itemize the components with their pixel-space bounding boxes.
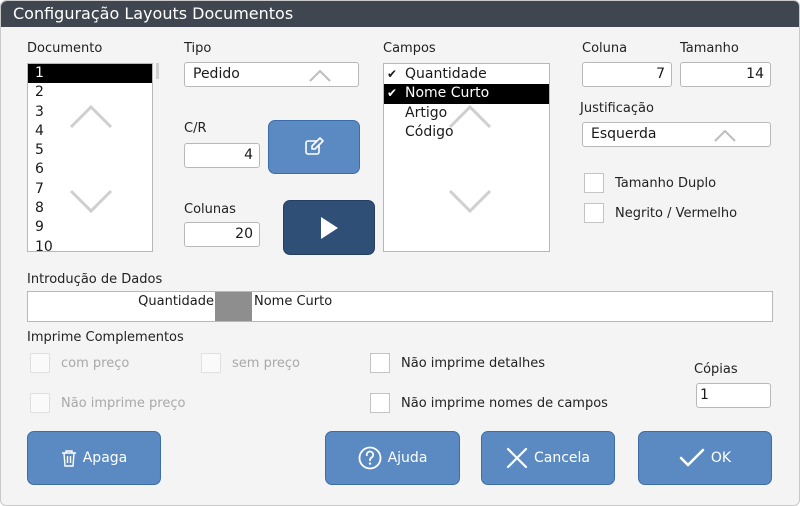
tamanho-duplo-label: Tamanho Duplo <box>615 176 717 191</box>
chevron-down-icon[interactable] <box>68 188 114 214</box>
nao-imprime-nomes-label: Não imprime nomes de campos <box>401 396 608 411</box>
documento-list-item[interactable]: 2 <box>28 83 152 102</box>
layout-config-dialog: Configuração Layouts Documentos Document… <box>0 0 800 506</box>
nao-imprime-nomes-checkbox[interactable] <box>370 393 390 413</box>
documento-list-item[interactable]: 6 <box>28 160 152 179</box>
tamanho-label: Tamanho <box>680 41 739 56</box>
documento-scrollbar[interactable] <box>156 63 159 79</box>
ok-button[interactable]: OK <box>638 431 772 485</box>
window-title: Configuração Layouts Documentos <box>1 1 799 27</box>
campos-item-label: Artigo <box>405 104 448 121</box>
introducao-cursor <box>215 292 252 321</box>
com-preco-label: com preço <box>61 356 130 371</box>
help-icon <box>358 446 381 470</box>
ajuda-button[interactable]: Ajuda <box>325 431 460 485</box>
justificacao-value: Esquerda <box>591 126 657 142</box>
ok-label: OK <box>710 450 732 466</box>
campos-list-item[interactable]: ✔ Nome Curto <box>384 84 549 104</box>
introducao-left-field: Quantidade <box>138 294 214 309</box>
documento-list[interactable]: 1 2 3 4 5 6 7 8 9 10 <box>27 63 153 252</box>
tamanho-input[interactable]: 14 <box>680 62 771 87</box>
sem-preco-checkbox[interactable] <box>201 353 221 373</box>
coluna-label: Coluna <box>582 41 628 56</box>
campos-item-label: Quantidade <box>405 66 487 82</box>
chevron-up-icon[interactable] <box>447 104 493 130</box>
chevron-down-icon[interactable] <box>447 188 493 214</box>
documento-list-item[interactable]: 9 <box>28 218 152 237</box>
nao-imprime-preco-checkbox[interactable] <box>30 393 50 413</box>
tipo-value: Pedido <box>193 66 240 82</box>
documento-list-item[interactable]: 5 <box>28 141 152 160</box>
complementos-label: Imprime Complementos <box>27 330 184 345</box>
documento-label: Documento <box>27 41 103 56</box>
campos-item-label: Nome Curto <box>405 85 490 102</box>
apaga-label: Apaga <box>82 450 128 466</box>
campos-list[interactable]: ✔ Quantidade ✔ Nome Curto Artigo Código <box>383 63 550 252</box>
chevron-up-icon <box>309 70 331 82</box>
documento-list-item[interactable]: 1 <box>28 64 152 84</box>
chevron-up-icon <box>714 130 736 142</box>
cancela-label: Cancela <box>533 450 590 466</box>
documento-list-item[interactable]: 10 <box>28 238 152 251</box>
justificacao-label: Justificação <box>580 101 654 116</box>
play-button[interactable] <box>283 200 375 255</box>
nao-imprime-preco-label: Não imprime preço <box>61 396 186 411</box>
coluna-input[interactable]: 7 <box>582 62 672 87</box>
copias-input[interactable]: 1 <box>696 383 771 408</box>
sem-preco-label: sem preço <box>232 356 300 371</box>
close-icon <box>506 447 528 469</box>
colunas-label: Colunas <box>184 202 236 217</box>
ajuda-label: Ajuda <box>387 450 428 466</box>
trash-icon <box>61 450 76 467</box>
tipo-select[interactable]: Pedido <box>184 62 359 87</box>
check-icon: ✔ <box>387 67 398 81</box>
chevron-up-icon[interactable] <box>68 104 114 130</box>
introducao-label: Introdução de Dados <box>27 272 163 287</box>
nao-imprime-detalhes-checkbox[interactable] <box>370 353 390 373</box>
campos-list-item[interactable]: ✔ Quantidade <box>384 65 549 84</box>
tipo-label: Tipo <box>184 41 212 56</box>
apaga-button[interactable]: Apaga <box>27 431 161 485</box>
check-icon <box>679 448 705 467</box>
negrito-checkbox[interactable] <box>584 203 604 223</box>
cr-input[interactable]: 4 <box>184 143 260 168</box>
edit-icon <box>305 137 324 155</box>
tamanho-duplo-checkbox[interactable] <box>584 173 604 193</box>
play-icon <box>321 216 338 239</box>
campos-label: Campos <box>383 41 436 56</box>
cancela-button[interactable]: Cancela <box>481 431 615 485</box>
cr-label: C/R <box>184 121 207 136</box>
com-preco-checkbox[interactable] <box>30 353 50 373</box>
introducao-preview: Quantidade Nome Curto <box>27 291 773 322</box>
check-icon: ✔ <box>387 86 398 101</box>
justificacao-select[interactable]: Esquerda <box>582 122 771 147</box>
introducao-right-field: Nome Curto <box>254 294 333 309</box>
nao-imprime-detalhes-label: Não imprime detalhes <box>401 356 545 371</box>
negrito-label: Negrito / Vermelho <box>615 206 738 221</box>
colunas-input[interactable]: 20 <box>184 222 260 247</box>
edit-button[interactable] <box>268 120 360 174</box>
copias-label: Cópias <box>694 362 738 377</box>
